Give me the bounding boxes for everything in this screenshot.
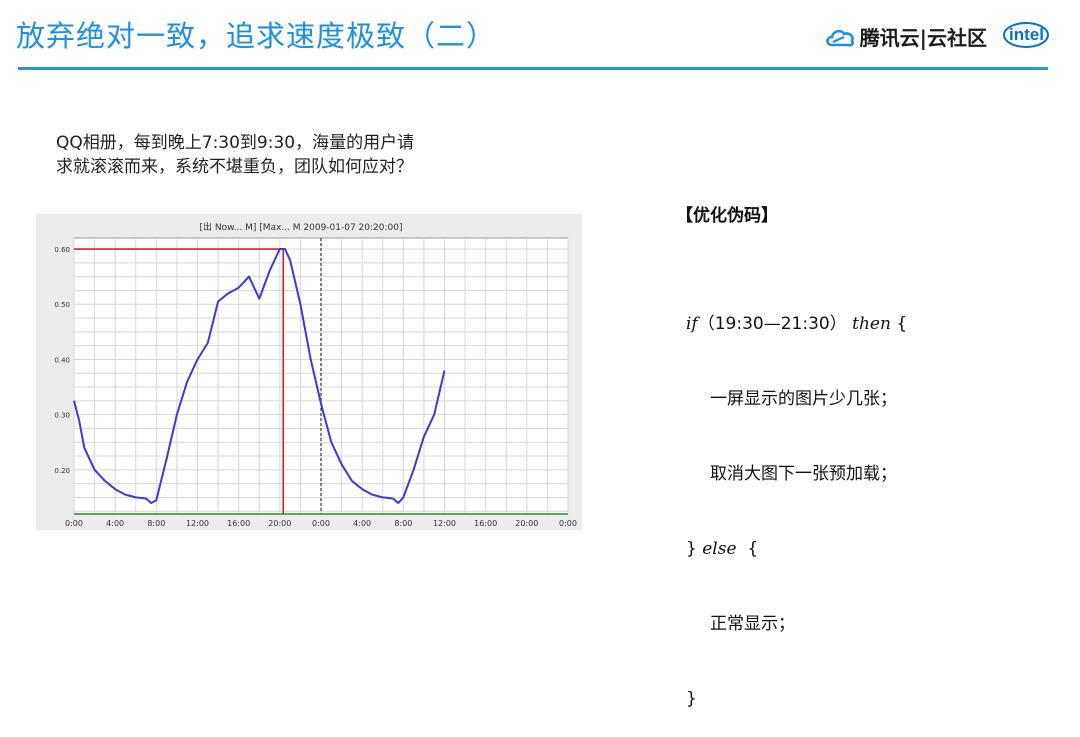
chart-title: [出 Now... M] [Max... M 2009-01-07 20:20:… bbox=[199, 221, 402, 233]
question-text: QQ相册，每到晚上7:30到9:30，海量的用户请 求就滚滚而来，系统不堪重负，… bbox=[56, 131, 526, 179]
then-keyword: then bbox=[852, 314, 891, 334]
y-tick-label: 0.30 bbox=[54, 412, 70, 420]
traffic-chart: [出 Now... M] [Max... M 2009-01-07 20:20:… bbox=[36, 214, 582, 530]
code-line-else-1: 正常显示； bbox=[710, 614, 795, 634]
x-tick-label: 4:00 bbox=[106, 519, 124, 528]
code-line-else: } else { bbox=[686, 537, 907, 562]
x-tick-label: 16:00 bbox=[227, 519, 250, 528]
x-tick-label: 4:00 bbox=[353, 519, 371, 528]
question-line-2: 求就滚滚而来，系统不堪重负，团队如何应对？ bbox=[56, 157, 413, 177]
y-tick-label: 0.60 bbox=[54, 246, 70, 254]
intel-logo-icon: intel bbox=[1002, 20, 1050, 50]
x-tick-label: 8:00 bbox=[147, 519, 165, 528]
close-brace-else: } bbox=[686, 539, 697, 559]
question-line-1: QQ相册，每到晚上7:30到9:30，海量的用户请 bbox=[56, 133, 415, 153]
code-line-if: if（19:30—21:30） then { bbox=[686, 312, 907, 337]
pseudocode-title: 【优化伪码】 bbox=[676, 206, 778, 226]
cloud-logo-icon bbox=[825, 29, 854, 47]
x-tick-label: 20:00 bbox=[268, 519, 291, 528]
x-tick-label: 16:00 bbox=[474, 519, 497, 528]
code-line-then-2: 取消大图下一张预加载； bbox=[710, 464, 897, 484]
x-tick-label: 0:00 bbox=[312, 519, 330, 528]
header-divider bbox=[18, 67, 1048, 70]
else-keyword: else bbox=[702, 539, 737, 559]
code-line-close: } bbox=[686, 689, 697, 709]
code-line-then-1: 一屏显示的图片少几张； bbox=[710, 389, 897, 409]
open-brace: { bbox=[890, 314, 908, 334]
y-tick-label: 0.50 bbox=[54, 301, 70, 309]
y-tick-label: 0.20 bbox=[54, 467, 70, 475]
pseudocode-block: if（19:30—21:30） then { 一屏显示的图片少几张； 取消大图下… bbox=[686, 262, 907, 737]
traffic-chart-svg: [出 Now... M] [Max... M 2009-01-07 20:20:… bbox=[54, 221, 577, 528]
intel-label: intel bbox=[1009, 25, 1044, 44]
brand-name: 腾讯云|云社区 bbox=[859, 26, 987, 50]
else-open-brace: { bbox=[736, 539, 759, 559]
if-keyword: if bbox=[686, 314, 698, 334]
slide-title: 放弃绝对一致，追求速度极致（二） bbox=[16, 19, 497, 53]
y-tick-label: 0.40 bbox=[54, 356, 70, 364]
condition: （19:30—21:30） bbox=[697, 314, 847, 334]
x-tick-label: 12:00 bbox=[186, 519, 209, 528]
x-tick-label: 12:00 bbox=[433, 519, 456, 528]
x-tick-label: 0:00 bbox=[65, 519, 83, 528]
tencent-cloud-brand: 腾讯云|云社区 bbox=[824, 22, 987, 51]
x-tick-label: 0:00 bbox=[559, 519, 577, 528]
x-tick-label: 20:00 bbox=[515, 519, 538, 528]
x-tick-label: 8:00 bbox=[394, 519, 412, 528]
